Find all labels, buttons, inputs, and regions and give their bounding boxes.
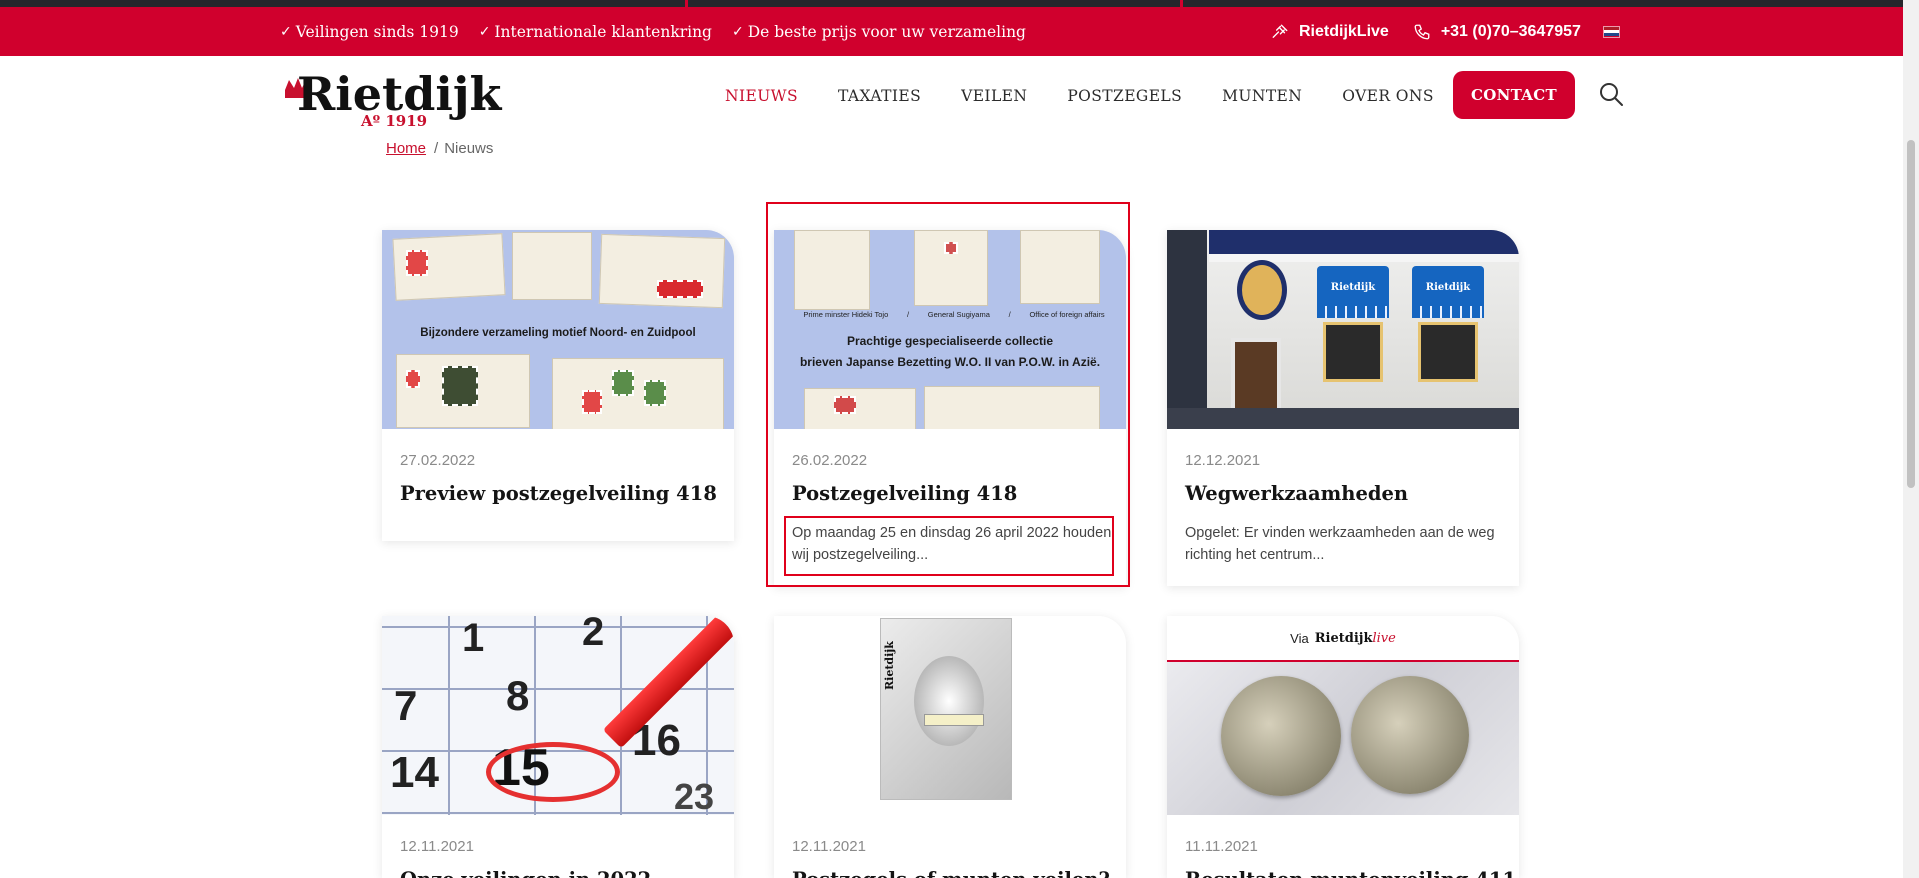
page-scrollbar[interactable] <box>1903 0 1919 878</box>
news-card-title[interactable]: Postzegels of munten veilen? <box>792 868 1110 878</box>
image-caption: brieven Japanse Bezetting W.O. II van P.… <box>799 355 1101 369</box>
news-card[interactable]: 1 2 7 8 14 15 16 23 12.11.2021 Onze veil… <box>382 616 734 878</box>
news-card-title[interactable]: Resultaten muntenveiling 411 <box>1185 868 1516 878</box>
search-icon[interactable] <box>1598 81 1624 107</box>
news-card-title[interactable]: Onze veilingen in 2022 <box>400 868 651 878</box>
news-card-date: 27.02.2022 <box>400 452 476 469</box>
rietdijk-logo[interactable]: Rietdijk Aº 1919 <box>283 68 525 128</box>
usp-item: ✓ De beste prijs voor uw verzameling <box>731 22 1026 41</box>
main-nav: NIEUWS TAXATIES VEILEN POSTZEGELS MUNTEN… <box>725 56 1474 136</box>
news-card[interactable]: Via Rietdijk live 11.11.2021 Resultaten … <box>1167 616 1519 878</box>
news-card-date: 26.02.2022 <box>792 452 868 469</box>
usp-item: ✓ Internationale klantenkring <box>478 22 712 41</box>
news-card-excerpt: Opgelet: Er vinden werkzaamheden aan de … <box>1185 525 1495 563</box>
breadcrumb-current: Nieuws <box>444 140 494 157</box>
usp-list: ✓ Veilingen sinds 1919 ✓ Internationale kl… <box>280 7 1026 56</box>
phone-link[interactable]: +31 (0)70–3647957 <box>1441 23 1581 41</box>
check-icon: ✓ <box>731 23 744 40</box>
scrollbar-thumb[interactable] <box>1907 140 1915 488</box>
news-card-date: 12.11.2021 <box>792 838 866 855</box>
site-header: Rietdijk Aº 1919 NIEUWS TAXATIES VEILEN … <box>0 56 1903 136</box>
news-card-image[interactable]: Prime minster Hideki Tojo / General Sugi… <box>774 230 1126 429</box>
news-card-title[interactable]: Preview postzegelveiling 418 <box>400 482 717 505</box>
breadcrumb-home-link[interactable]: Home <box>384 140 428 157</box>
breadcrumb-separator: / <box>434 140 439 157</box>
news-card-date: 11.11.2021 <box>1185 838 1258 855</box>
nav-item-taxaties[interactable]: TAXATIES <box>838 87 921 105</box>
nav-item-nieuws[interactable]: NIEUWS <box>725 87 798 105</box>
top-dark-strip <box>0 0 1903 7</box>
gavel-icon <box>1272 24 1288 38</box>
nav-item-munten[interactable]: MUNTEN <box>1222 87 1302 105</box>
news-card-title[interactable]: Postzegelveiling 418 <box>792 482 1017 505</box>
news-card-title[interactable]: Wegwerkzaamheden <box>1185 482 1408 505</box>
nav-item-over-ons[interactable]: OVER ONS <box>1342 87 1434 105</box>
image-sign: Rietdijk <box>1425 282 1471 293</box>
info-bar: ✓ Veilingen sinds 1919 ✓ Internationale kl… <box>0 7 1903 56</box>
news-card-image[interactable]: 1 2 7 8 14 15 16 23 <box>382 616 734 815</box>
check-icon: ✓ <box>478 23 491 40</box>
news-card-image[interactable]: Bijzondere verzameling motief Noord- en … <box>382 230 734 429</box>
news-card[interactable]: Rietdijk Rietdijk 12.12.2021 Wegwerkzaam… <box>1167 230 1519 586</box>
nav-item-veilen[interactable]: VEILEN <box>961 87 1027 105</box>
news-card-date: 12.11.2021 <box>400 838 474 855</box>
image-header: Via Rietdijk live <box>1290 630 1396 646</box>
breadcrumb: Home / Nieuws <box>384 140 493 157</box>
strip-divider <box>1180 0 1183 7</box>
news-card-image[interactable]: Rietdijk <box>774 616 1126 815</box>
news-card[interactable]: Rietdijk 12.11.2021 Postzegels of munten… <box>774 616 1126 878</box>
nav-item-postzegels[interactable]: POSTZEGELS <box>1067 87 1182 105</box>
logo-year: Aº 1919 <box>360 112 427 128</box>
topbar-actions: RietdijkLive +31 (0)70–3647957 <box>1271 7 1620 56</box>
rietdijk-live-link[interactable]: RietdijkLive <box>1299 23 1389 41</box>
contact-button[interactable]: CONTACT <box>1453 71 1575 119</box>
news-card[interactable]: Bijzondere verzameling motief Noord- en … <box>382 230 734 541</box>
news-card[interactable]: Prime minster Hideki Tojo / General Sugi… <box>774 230 1126 586</box>
dutch-flag-icon[interactable] <box>1602 25 1620 38</box>
image-caption: Prachtige gespecialiseerde collectie <box>846 334 1054 348</box>
strip-divider <box>685 0 688 7</box>
image-labels: Prime minster Hideki Tojo / General Sugi… <box>803 310 1105 319</box>
news-card-image[interactable]: Via Rietdijk live <box>1167 616 1519 815</box>
image-sign: Rietdijk <box>1330 282 1376 293</box>
check-icon: ✓ <box>280 23 292 40</box>
news-card-excerpt: Op maandag 25 en dinsdag 26 april 2022 h… <box>792 525 1112 563</box>
image-caption: Bijzondere verzameling motief Noord- en … <box>420 327 696 339</box>
news-card-date: 12.12.2021 <box>1185 452 1261 469</box>
image-brand: Rietdijk <box>883 641 896 690</box>
phone-icon <box>1414 24 1430 39</box>
usp-item: ✓ Veilingen sinds 1919 <box>280 22 459 41</box>
news-card-image[interactable]: Rietdijk Rietdijk <box>1167 230 1519 429</box>
